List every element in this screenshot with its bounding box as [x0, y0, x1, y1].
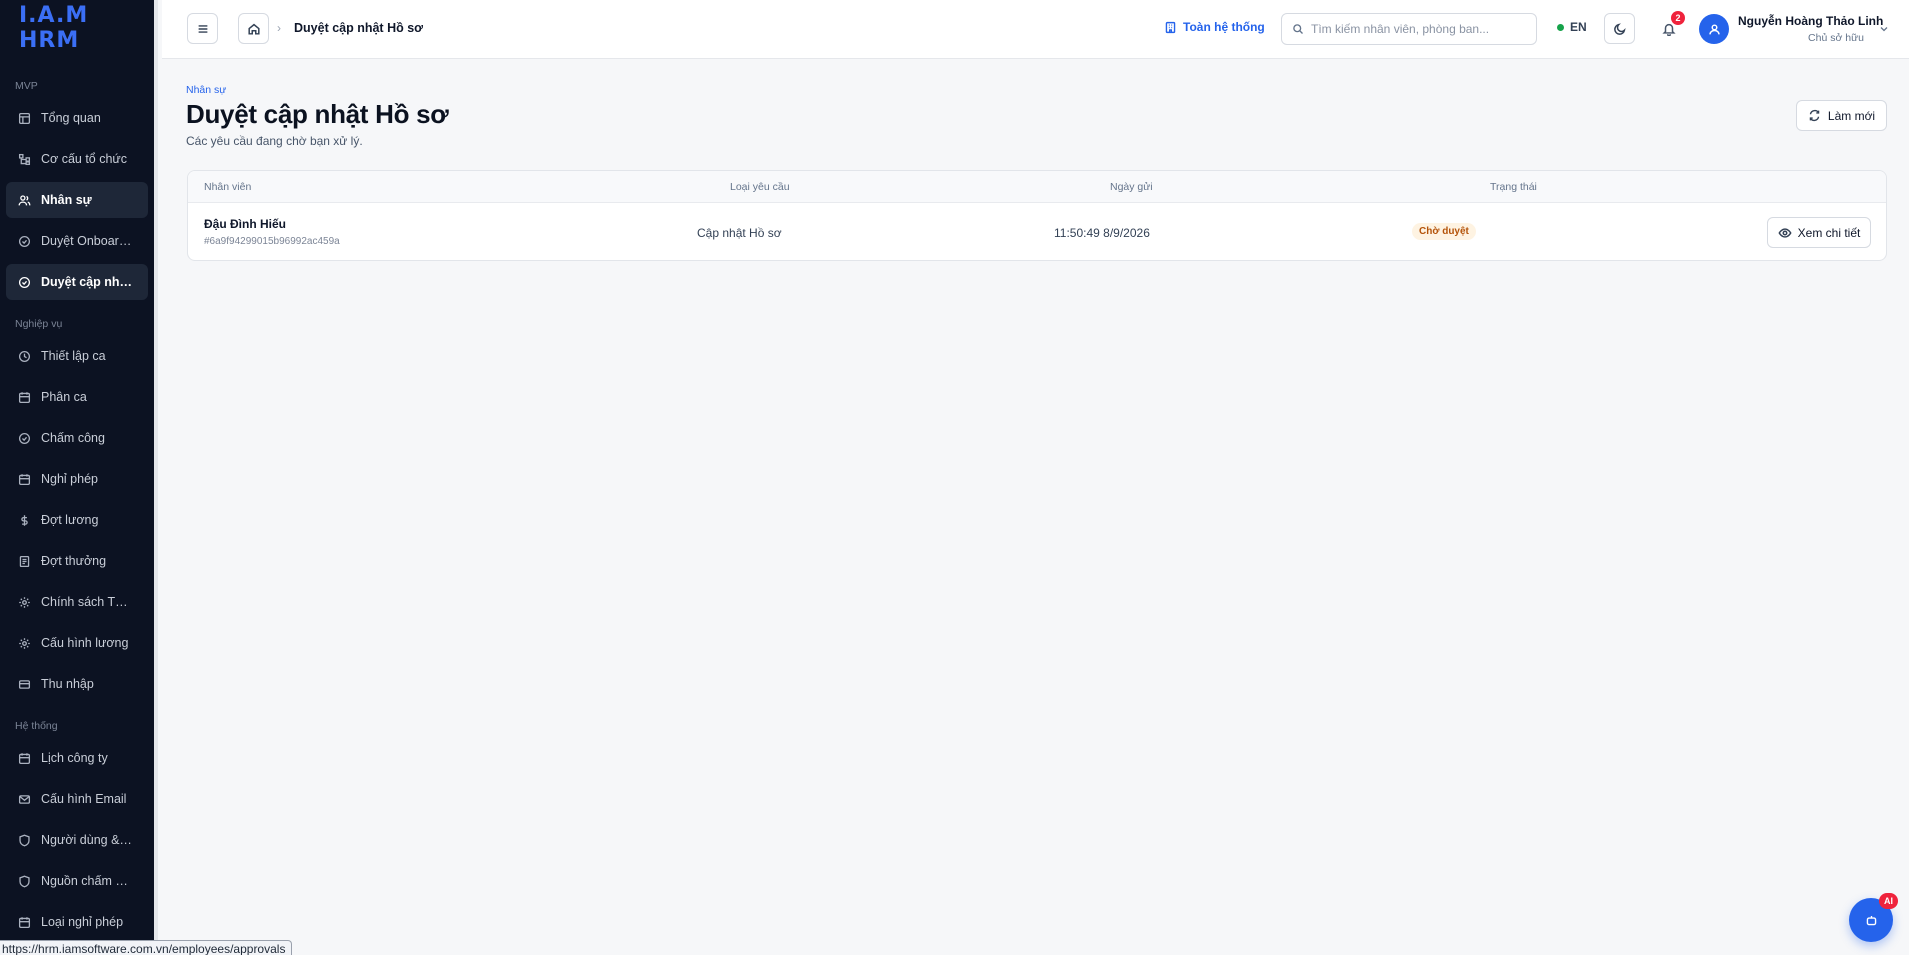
dashboard-icon — [18, 112, 31, 124]
sidebar-item-bonus-policy[interactable]: Chính sách Thưởng — [6, 584, 148, 620]
top-header: › Duyệt cập nhật Hồ sơ Toàn hệ thống EN … — [162, 0, 1909, 59]
sidebar-item-payroll-runs[interactable]: Đợt lương — [6, 502, 148, 538]
chevron-down-icon[interactable] — [1878, 23, 1890, 35]
column-header-submitted-date: Ngày gửi — [1110, 181, 1153, 193]
notification-count-badge: 2 — [1671, 11, 1685, 25]
calendar-icon — [18, 752, 31, 764]
sidebar-item-company-calendar[interactable]: Lịch công ty — [6, 740, 148, 776]
page-eyebrow[interactable]: Nhân sự — [186, 84, 226, 96]
calendar-icon — [18, 391, 31, 403]
column-header-request-type: Loại yêu cầu — [730, 181, 790, 193]
sidebar-item-salary-config[interactable]: Cấu hình lương — [6, 625, 148, 661]
gear-icon — [19, 637, 30, 649]
breadcrumb-current: Duyệt cập nhật Hồ sơ — [294, 21, 424, 35]
sidebar-item-onboarding-approval[interactable]: Duyệt Onboarding — [6, 223, 148, 259]
home-button[interactable] — [238, 13, 269, 44]
sidebar-item-bonus-runs[interactable]: Đợt thưởng — [6, 543, 148, 579]
column-header-status: Trạng thái — [1490, 181, 1537, 193]
menu-toggle-button[interactable] — [187, 13, 218, 44]
sidebar-item-dashboard[interactable]: Tổng quan — [6, 100, 148, 136]
check-circle-icon — [18, 432, 31, 444]
search-input[interactable] — [1311, 22, 1531, 36]
column-header-employee: Nhân viên — [204, 181, 252, 193]
bot-icon — [1866, 915, 1876, 925]
shield-icon — [19, 834, 30, 846]
employee-id: #6a9f94299015b96992ac459a — [204, 236, 340, 247]
calendar-icon — [18, 473, 31, 485]
app-logo[interactable]: I.A.M HRM — [0, 0, 154, 56]
search-icon — [1293, 24, 1303, 34]
table-header: Nhân viên Loại yêu cầu Ngày gửi Trạng th… — [188, 171, 1886, 203]
sidebar-section-operations: Nghiệp vụ — [15, 318, 63, 330]
sidebar-item-org-structure[interactable]: Cơ cấu tổ chức — [6, 141, 148, 177]
breadcrumb-separator: › — [277, 21, 281, 35]
page-subtitle: Các yêu cầu đang chờ bạn xử lý. — [186, 134, 363, 148]
org-structure-icon — [18, 153, 31, 165]
sidebar-item-email-config[interactable]: Cấu hình Email — [6, 781, 148, 817]
menu-icon — [198, 24, 207, 33]
scope-label: Toàn hệ thống — [1183, 20, 1265, 34]
language-status-dot — [1557, 23, 1564, 31]
sidebar-item-employees[interactable]: Nhân sự — [6, 182, 148, 218]
main-content: Nhân sự Duyệt cập nhật Hồ sơ Các yêu cầu… — [162, 59, 1909, 955]
dollar-icon — [21, 514, 28, 526]
sidebar-item-users-permissions[interactable]: Người dùng & Phân quyền — [6, 822, 148, 858]
sidebar-item-timekeeping[interactable]: Chấm công — [6, 420, 148, 456]
sidebar-item-leave[interactable]: Nghỉ phép — [6, 461, 148, 497]
ai-badge: AI — [1879, 893, 1898, 909]
user-icon — [1708, 23, 1720, 34]
shield-icon — [19, 875, 30, 887]
language-switch[interactable]: EN — [1557, 20, 1587, 34]
submitted-date: 11:50:49 8/9/2026 — [1054, 226, 1150, 240]
status-url: https://hrm.iamsoftware.com.vn/employees… — [0, 940, 293, 955]
mail-icon — [18, 794, 31, 804]
view-detail-button[interactable]: Xem chi tiết — [1767, 217, 1871, 248]
gear-icon — [19, 596, 30, 608]
sidebar-section-mvp: MVP — [15, 80, 38, 92]
employee-name: Đậu Đình Hiếu — [204, 217, 287, 231]
eye-icon — [1778, 227, 1792, 238]
refresh-button[interactable]: Làm mới — [1796, 100, 1887, 131]
sidebar-item-shift-setup[interactable]: Thiết lập ca — [6, 338, 148, 374]
theme-toggle-button[interactable] — [1604, 13, 1635, 44]
sidebar: I.A.M HRM MVP Tổng quan Cơ cấu tổ chức N… — [0, 0, 158, 955]
language-label: EN — [1570, 20, 1587, 34]
user-name[interactable]: Nguyễn Hoàng Thảo Linh — [1738, 14, 1883, 28]
sidebar-item-profile-update-approval[interactable]: Duyệt cập nhật Hồ sơ — [6, 264, 148, 300]
check-circle-icon — [18, 235, 31, 247]
sidebar-item-shift-assign[interactable]: Phân ca — [6, 379, 148, 415]
sidebar-item-timekeeping-sources[interactable]: Nguồn chấm công — [6, 863, 148, 899]
users-icon — [18, 194, 31, 205]
home-icon — [247, 23, 260, 35]
moon-icon — [1613, 22, 1626, 35]
wallet-icon — [18, 679, 31, 689]
user-avatar[interactable] — [1699, 14, 1729, 44]
calendar-icon — [18, 916, 31, 928]
user-role: Chủ sở hữu — [1808, 32, 1864, 44]
sidebar-item-income[interactable]: Thu nhập — [6, 666, 148, 702]
receipt-icon — [19, 555, 30, 567]
approval-table: Nhân viên Loại yêu cầu Ngày gửi Trạng th… — [187, 170, 1887, 261]
global-search[interactable] — [1281, 13, 1537, 45]
status-badge: Chờ duyệt — [1412, 223, 1476, 240]
scope-selector[interactable]: Toàn hệ thống — [1164, 20, 1265, 34]
view-detail-label: Xem chi tiết — [1797, 225, 1861, 240]
request-type: Cập nhật Hồ sơ — [697, 226, 782, 240]
building-icon — [1165, 21, 1176, 33]
sidebar-item-leave-types[interactable]: Loại nghỉ phép — [6, 904, 148, 940]
table-row: Đậu Đình Hiếu #6a9f94299015b96992ac459a … — [188, 203, 1886, 260]
refresh-label: Làm mới — [1827, 108, 1876, 123]
refresh-icon — [1809, 109, 1820, 122]
page-title: Duyệt cập nhật Hồ sơ — [186, 99, 449, 129]
sidebar-section-system: Hệ thống — [15, 720, 58, 732]
check-circle-icon — [18, 276, 31, 288]
clock-icon — [18, 350, 31, 362]
